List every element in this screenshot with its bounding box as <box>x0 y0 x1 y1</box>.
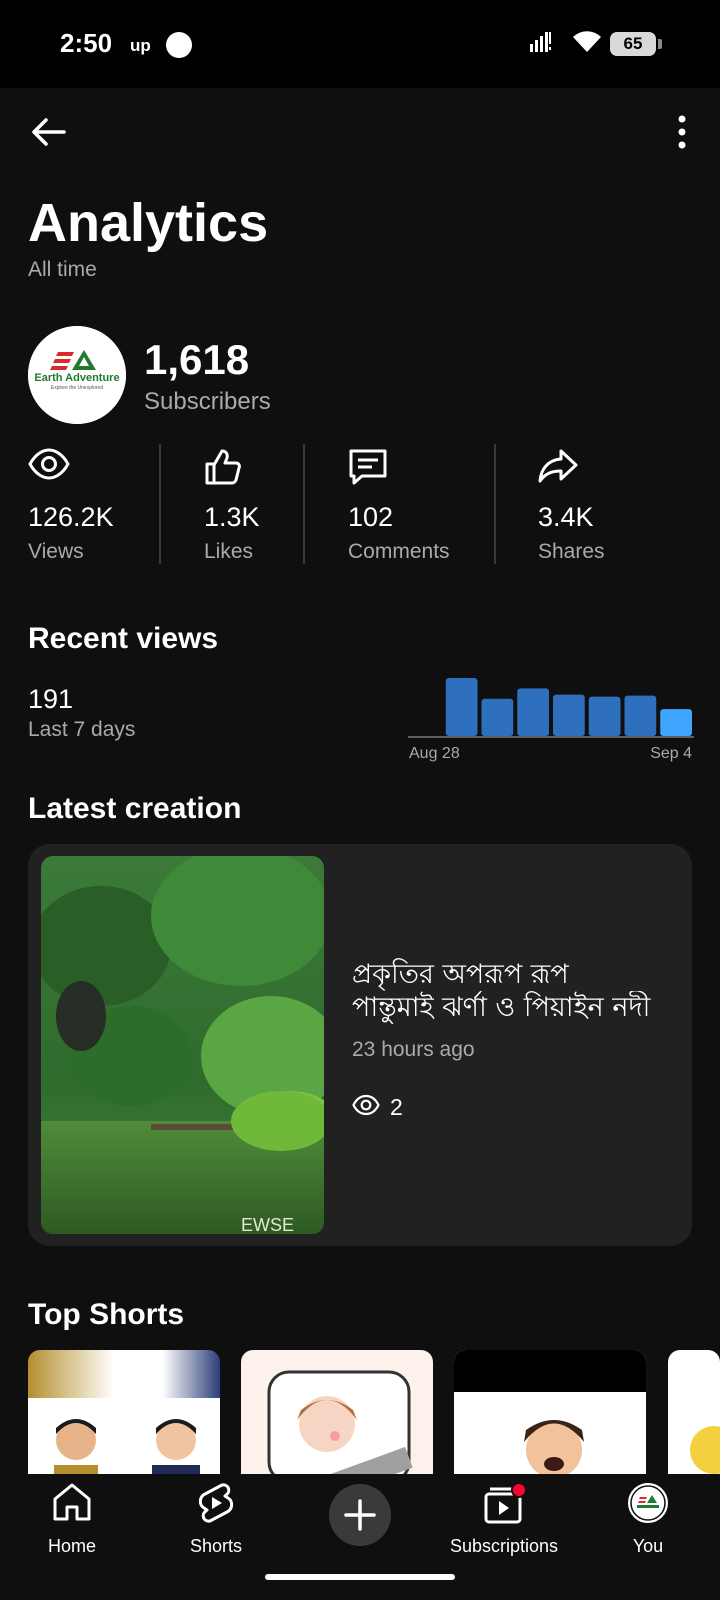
thumbs-up-icon <box>205 449 241 485</box>
battery-icon: 65 <box>610 32 662 56</box>
chart-bar <box>660 709 692 736</box>
chart-bar <box>553 694 585 736</box>
subscriber-label: Subscribers <box>144 388 271 415</box>
latest-creation-title: Latest creation <box>28 792 242 825</box>
status-bar: 2:50 up 65 <box>0 0 720 88</box>
chart-bar <box>624 695 657 736</box>
stat-value: 102 <box>348 502 394 532</box>
divider <box>494 444 496 564</box>
stat-label: Comments <box>348 540 450 563</box>
avatar-icon <box>628 1483 668 1523</box>
plus-icon <box>344 1499 376 1531</box>
chart-bar <box>481 698 514 736</box>
divider <box>303 444 305 564</box>
date-range-label[interactable]: All time <box>28 258 97 282</box>
video-view-count: 2 <box>390 1094 403 1120</box>
comment-icon <box>349 449 387 485</box>
divider <box>159 444 161 564</box>
video-title-line1: প্রকৃতির অপরূপ রূপ <box>352 959 569 990</box>
stat-label: Likes <box>204 540 254 563</box>
stat-label: Views <box>28 540 84 563</box>
top-shorts-title: Top Shorts <box>28 1298 185 1331</box>
channel-logo-icon: Earth Adventure Explore the Unexplored <box>28 326 126 424</box>
chart-end-label: Sep 4 <box>650 745 692 762</box>
app-bar <box>0 88 720 174</box>
nav-you[interactable]: You <box>588 1478 708 1558</box>
video-title[interactable]: প্রকৃতির অপরূপ রূপ পান্তুমাই ঝর্ণা ও পিয… <box>352 958 672 1024</box>
chart-bar <box>588 696 621 736</box>
share-icon <box>538 449 578 483</box>
video-time-ago: 23 hours ago <box>352 1038 475 1061</box>
thumbnail-watermark: EWSE <box>241 1215 294 1234</box>
stat-shares[interactable]: 3.4K Shares <box>538 444 658 564</box>
notification-badge-icon <box>511 1482 527 1498</box>
recent-views-period: Last 7 days <box>28 718 136 741</box>
channel-avatar: Earth Adventure Explore the Unexplored <box>28 326 126 424</box>
stat-likes[interactable]: 1.3K Likes <box>204 444 294 564</box>
chart-bar <box>445 678 478 736</box>
notification-dot-icon <box>166 32 192 58</box>
nav-home[interactable]: Home <box>12 1478 132 1558</box>
stat-label: Shares <box>538 540 605 563</box>
stat-value: 1.3K <box>204 502 260 532</box>
stat-value: 126.2K <box>28 502 114 532</box>
page-title: Analytics <box>28 193 269 253</box>
create-button[interactable] <box>329 1484 391 1546</box>
shorts-icon <box>198 1483 234 1523</box>
battery-level: 65 <box>623 34 643 53</box>
status-time: 2:50 <box>60 28 113 58</box>
thumbnail-image: EWSE <box>41 856 324 1234</box>
nav-label: Shorts <box>189 1536 243 1556</box>
subscriber-count: 1,618 <box>144 336 250 383</box>
wifi-icon <box>573 31 601 52</box>
nav-label: Subscriptions <box>449 1536 559 1556</box>
video-thumbnail[interactable]: EWSE <box>41 856 324 1234</box>
chart-start-label: Aug 28 <box>409 745 460 762</box>
nav-shorts[interactable]: Shorts <box>156 1478 276 1558</box>
recent-views-title: Recent views <box>28 622 219 655</box>
signal-icon <box>530 32 551 52</box>
nav-subscriptions[interactable]: Subscriptions <box>444 1478 564 1558</box>
stat-value: 3.4K <box>538 502 594 532</box>
back-arrow-icon[interactable] <box>26 110 70 154</box>
nav-label: Home <box>47 1536 96 1556</box>
channel-logo-tagline: Explore the Unexplored <box>51 385 103 391</box>
eye-icon <box>352 1094 380 1116</box>
more-options-icon[interactable] <box>664 110 700 154</box>
recent-views-chart[interactable]: Aug 28 Sep 4 <box>408 664 694 764</box>
video-title-line2: পান্তুমাই ঝর্ণা ও পিয়াইন নদী <box>352 992 651 1023</box>
carrier-badge: up <box>130 36 151 55</box>
stat-views[interactable]: 126.2K Views <box>28 444 148 564</box>
chart-bar <box>517 688 549 736</box>
recent-views-count: 191 <box>28 684 74 714</box>
stat-comments[interactable]: 102 Comments <box>348 444 488 564</box>
home-indicator <box>265 1574 455 1580</box>
channel-logo-text: Earth Adventure <box>34 372 119 384</box>
nav-label: You <box>632 1536 664 1556</box>
home-icon <box>53 1483 91 1521</box>
subscriptions-icon <box>484 1482 527 1524</box>
eye-icon <box>28 448 70 480</box>
